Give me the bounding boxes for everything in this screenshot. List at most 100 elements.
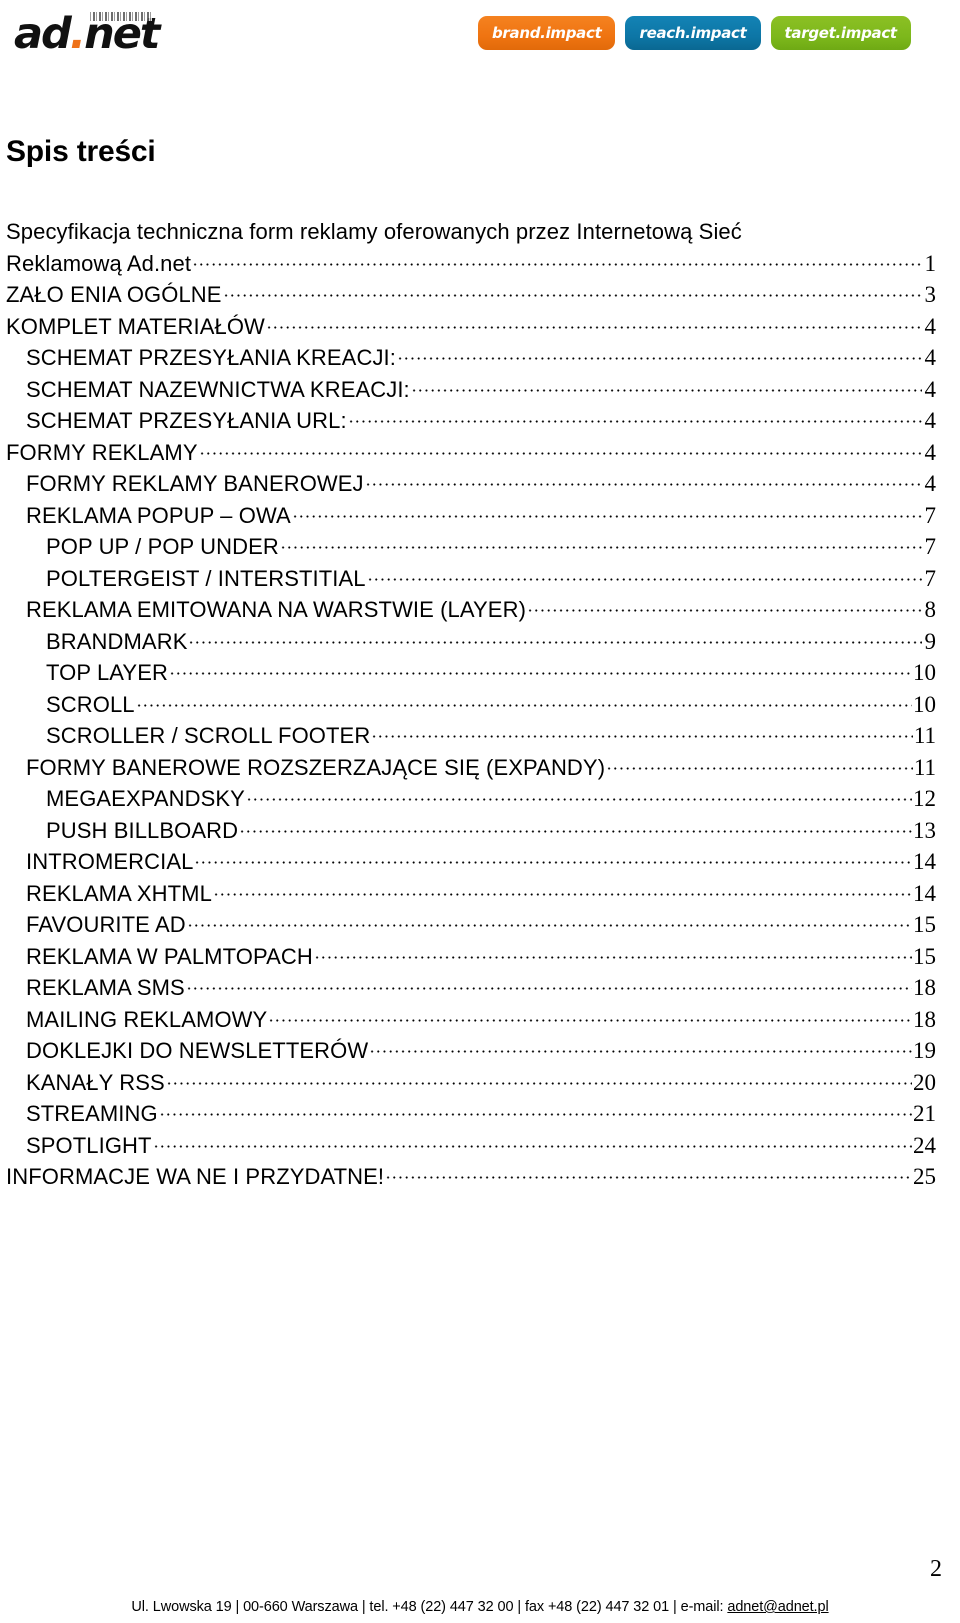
toc-page-number: 7 — [924, 565, 937, 591]
toc-entry-label: SCHEMAT PRZESYŁANIA KREACJI: — [26, 345, 396, 370]
toc-page-number: 8 — [924, 597, 937, 622]
toc-entry[interactable]: MEGAEXPANDSKY 12 — [6, 783, 936, 815]
toc-entry-label: STREAMING — [26, 1101, 158, 1126]
toc-entry-label: DOKLEJKI DO NEWSLETTERÓW — [26, 1038, 369, 1063]
toc-leader-dots — [185, 973, 912, 995]
page-title: Spis treści — [6, 135, 156, 169]
toc-entry-label: BRANDMARK — [46, 628, 188, 654]
toc-page-number: 15 — [913, 943, 936, 969]
toc-page-number: 18 — [913, 975, 936, 1000]
toc-page-number: 9 — [924, 628, 937, 654]
toc-entry-label: POP UP / POP UNDER — [46, 534, 279, 559]
toc-entry[interactable]: REKLAMA W PALMTOPACH 15 — [6, 941, 936, 973]
toc-page-number: 15 — [913, 912, 936, 937]
toc-entry[interactable]: Specyfikacja techniczna form reklamy ofe… — [6, 216, 936, 279]
badge-reach-impact-label: reach.impact — [639, 24, 747, 42]
toc-entry-label: REKLAMA XHTML — [26, 880, 212, 906]
toc-entry[interactable]: SCROLLER / SCROLL FOOTER 11 — [6, 720, 936, 752]
toc-page-number: 14 — [913, 849, 936, 874]
toc-entry[interactable]: POP UP / POP UNDER 7 — [6, 531, 936, 563]
toc-entry[interactable]: REKLAMA POPUP – OWA 7 — [6, 500, 936, 532]
toc-page-number: 10 — [913, 660, 936, 685]
toc-entry-label: TOP LAYER — [46, 660, 168, 685]
toc-page-number: 4 — [924, 471, 937, 496]
toc-entry[interactable]: KOMPLET MATERIAŁÓW 4 — [6, 311, 936, 343]
footer-address: Ul. Lwowska 19 | 00-660 Warszawa | tel. … — [131, 1599, 728, 1615]
toc-entry[interactable]: TOP LAYER 10 — [6, 657, 936, 689]
toc-entry[interactable]: SCHEMAT PRZESYŁANIA KREACJI: 4 — [6, 342, 936, 374]
toc-entry[interactable]: REKLAMA EMITOWANA NA WARSTWIE (LAYER) 8 — [6, 594, 936, 626]
toc-leader-dots — [313, 942, 912, 964]
toc-entry[interactable]: SCHEMAT NAZEWNICTWA KREACJI: 4 — [6, 374, 936, 406]
toc-leader-dots — [135, 690, 912, 712]
toc-leader-dots — [410, 375, 922, 397]
toc-leader-dots — [369, 1036, 912, 1058]
toc-page-number: 18 — [913, 1006, 936, 1032]
page-header: ad.net brand.impact reach.impact target.… — [0, 0, 960, 72]
toc-entry[interactable]: DOKLEJKI DO NEWSLETTERÓW 19 — [6, 1035, 936, 1067]
toc-entry-label: MEGAEXPANDSKY — [46, 786, 245, 811]
toc-entry[interactable]: REKLAMA SMS 18 — [6, 972, 936, 1004]
toc-entry[interactable]: SCHEMAT PRZESYŁANIA URL: 4 — [6, 405, 936, 437]
toc-entry-label-line2: Reklamową Ad.net — [6, 250, 192, 276]
toc-entry[interactable]: INFORMACJE WA NE I PRZYDATNE! 25 — [6, 1161, 936, 1193]
toc-entry-label: KOMPLET MATERIAŁÓW — [6, 313, 265, 339]
toc-leader-dots — [186, 910, 912, 932]
toc-leader-dots — [239, 816, 912, 838]
toc-entry[interactable]: STREAMING 21 — [6, 1098, 936, 1130]
toc-entry-line2: Reklamową Ad.net 1 — [6, 248, 936, 280]
toc-entry-label: INTROMERCIAL — [26, 849, 194, 874]
toc-leader-dots — [152, 1131, 912, 1153]
toc-leader-dots — [366, 564, 922, 586]
toc-leader-dots — [265, 312, 922, 334]
toc-entry[interactable]: POLTERGEIST / INTERSTITIAL 7 — [6, 563, 936, 595]
toc-leader-dots — [371, 721, 913, 743]
toc-entry[interactable]: KANAŁY RSS 20 — [6, 1067, 936, 1099]
toc-entry-label: KANAŁY RSS — [26, 1069, 165, 1095]
toc-page-number: 14 — [913, 880, 936, 906]
toc-page-number: 4 — [924, 345, 937, 370]
toc-leader-dots — [279, 532, 922, 554]
toc-entry[interactable]: SCROLL 10 — [6, 689, 936, 721]
toc-entry-label: ZAŁO ENIA OGÓLNE — [6, 282, 222, 307]
footer-email-link[interactable]: adnet@adnet.pl — [727, 1599, 828, 1615]
toc-page-number: 24 — [913, 1132, 936, 1158]
toc-entry[interactable]: SPOTLIGHT 24 — [6, 1130, 936, 1162]
toc-leader-dots — [364, 469, 922, 491]
toc-entry[interactable]: FORMY REKLAMY BANEROWEJ 4 — [6, 468, 936, 500]
toc-entry[interactable]: FORMY REKLAMY 4 — [6, 437, 936, 469]
toc-leader-dots — [396, 343, 922, 365]
toc-entry-label: REKLAMA POPUP – OWA — [26, 502, 291, 528]
toc-entry[interactable]: BRANDMARK 9 — [6, 626, 936, 658]
toc-leader-dots — [198, 438, 922, 460]
toc-page-number: 4 — [924, 408, 937, 433]
toc-leader-dots — [245, 784, 912, 806]
toc-page-number: 7 — [924, 502, 937, 528]
barcode-decoration-icon — [90, 12, 152, 21]
toc-leader-dots — [188, 627, 922, 649]
toc-entry[interactable]: REKLAMA XHTML 14 — [6, 878, 936, 910]
toc-leader-dots — [194, 847, 912, 869]
toc-entry-label: REKLAMA EMITOWANA NA WARSTWIE (LAYER) — [26, 597, 526, 622]
toc-leader-dots — [192, 249, 922, 271]
toc-entry[interactable]: MAILING REKLAMOWY 18 — [6, 1004, 936, 1036]
toc-entry[interactable]: FAVOURITE AD 15 — [6, 909, 936, 941]
toc-leader-dots — [212, 879, 912, 901]
page-number: 2 — [930, 1556, 942, 1582]
badge-target-impact: target.impact — [770, 16, 911, 50]
toc-entry-label: INFORMACJE WA NE I PRZYDATNE! — [6, 1164, 385, 1189]
toc-leader-dots — [158, 1099, 912, 1121]
badge-brand-impact: brand.impact — [478, 16, 616, 50]
toc-entry[interactable]: FORMY BANEROWE ROZSZERZAJĄCE SIĘ (EXPAND… — [6, 752, 936, 784]
toc-entry-label: REKLAMA SMS — [26, 975, 185, 1000]
toc-leader-dots — [291, 501, 922, 523]
toc-entry[interactable]: PUSH BILLBOARD 13 — [6, 815, 936, 847]
toc-entry-label: SPOTLIGHT — [26, 1132, 152, 1158]
toc-entry[interactable]: INTROMERCIAL 14 — [6, 846, 936, 878]
toc-entry-label: REKLAMA W PALMTOPACH — [26, 943, 313, 969]
toc-leader-dots — [165, 1068, 912, 1090]
toc-entry[interactable]: ZAŁO ENIA OGÓLNE 3 — [6, 279, 936, 311]
toc-page-number: 19 — [913, 1038, 936, 1063]
toc-leader-dots — [268, 1005, 912, 1027]
toc-page-number: 21 — [913, 1101, 936, 1126]
